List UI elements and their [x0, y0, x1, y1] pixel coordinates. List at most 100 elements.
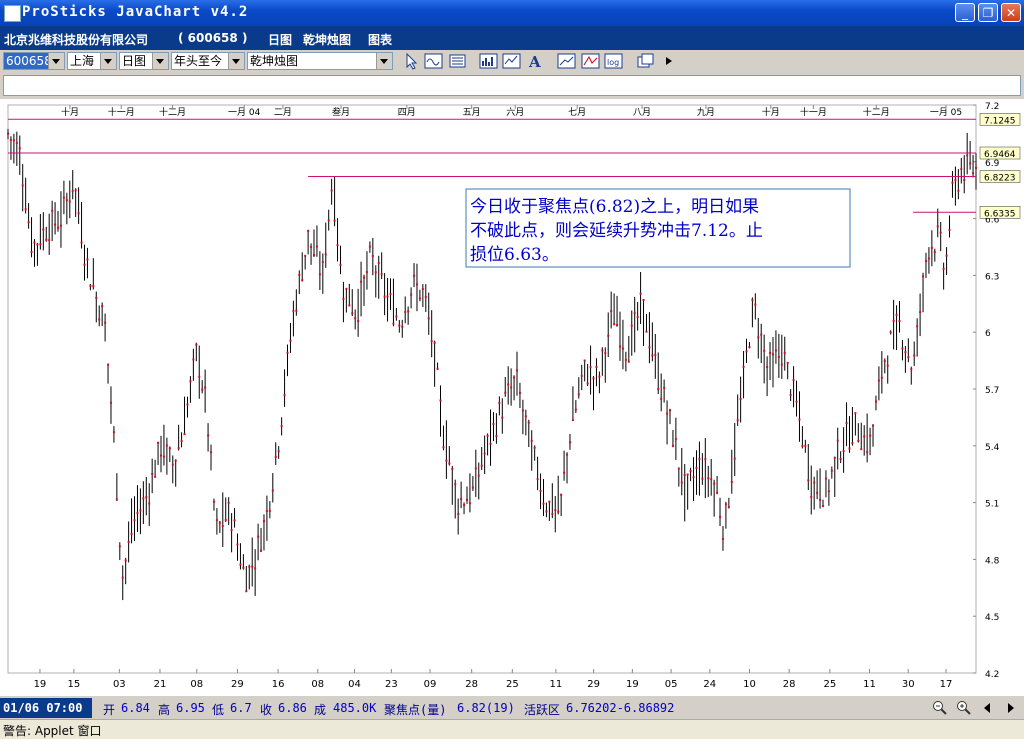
candle-close-mark: [130, 532, 133, 535]
candle-close-mark: [695, 466, 698, 469]
play-right-icon[interactable]: [660, 52, 679, 70]
candle-close-mark: [571, 419, 574, 422]
candle-close-mark: [922, 275, 925, 278]
candle-close-mark: [74, 189, 77, 192]
candle-close-mark: [483, 452, 486, 455]
candle-close-mark: [224, 518, 227, 521]
chevron-down-icon[interactable]: [100, 53, 116, 69]
candle-close-mark: [42, 228, 45, 231]
symbol-select[interactable]: 600658: [3, 52, 65, 70]
line-chart-icon[interactable]: [502, 52, 521, 70]
date-tick-label: 17: [940, 679, 953, 690]
bar-chart-icon[interactable]: [479, 52, 498, 70]
candle-close-mark: [15, 142, 18, 145]
compare-chart-icon[interactable]: [581, 52, 600, 70]
chart-type-select[interactable]: 乾坤烛图: [247, 52, 393, 70]
candle-close-mark: [201, 388, 204, 391]
candle-close-mark: [798, 418, 801, 421]
date-tick-label: 15: [67, 679, 80, 690]
candle-close-mark: [789, 394, 792, 397]
candle-close-mark: [186, 403, 189, 406]
zoom-out-icon[interactable]: [932, 700, 948, 716]
candle-close-mark: [960, 168, 963, 171]
candle-close-mark: [504, 391, 507, 394]
candle-close-mark: [842, 450, 845, 453]
candle-close-mark: [336, 244, 339, 247]
close-button[interactable]: ✕: [1001, 3, 1021, 22]
candle-close-mark: [159, 454, 162, 457]
applet-warning: 警告: Applet 窗口: [3, 724, 102, 738]
candle-close-mark: [148, 502, 151, 505]
close-value: 6.86: [278, 701, 307, 715]
candle-close-mark: [724, 503, 727, 506]
candle-close-mark: [824, 477, 827, 480]
candle-close-mark: [819, 498, 822, 501]
date-tick-label: 28: [783, 679, 796, 690]
candle-close-mark: [872, 424, 875, 427]
candle-close-mark: [265, 510, 268, 513]
text-tool-icon[interactable]: A: [526, 52, 545, 70]
market-select[interactable]: 上海: [67, 52, 117, 70]
zoom-in-icon[interactable]: [956, 700, 972, 716]
candle-close-mark: [689, 469, 692, 472]
scroll-left-icon[interactable]: [982, 702, 992, 714]
range-select[interactable]: 年头至今: [171, 52, 245, 70]
restore-button[interactable]: ❐: [978, 3, 998, 22]
candle-close-mark: [368, 245, 371, 248]
candle-close-mark: [607, 334, 610, 337]
date-tick-label: 09: [424, 679, 437, 690]
candle-close-mark: [698, 458, 701, 461]
chevron-down-icon[interactable]: [376, 53, 392, 69]
candle-close-mark: [198, 375, 201, 378]
minimize-button[interactable]: _: [955, 3, 975, 22]
candle-close-mark: [951, 181, 954, 184]
candle-close-mark: [913, 354, 916, 357]
candle-close-mark: [236, 543, 239, 546]
scroll-right-icon[interactable]: [1006, 702, 1016, 714]
candle-close-mark: [813, 481, 816, 484]
candle-close-mark: [301, 279, 304, 282]
candle-close-mark: [277, 450, 280, 453]
candle-close-mark: [474, 467, 477, 470]
candle-close-mark: [448, 462, 451, 465]
candle-close-mark: [869, 434, 872, 437]
candle-close-mark: [495, 435, 498, 438]
candle-close-mark: [636, 316, 639, 319]
date-tick-label: 29: [231, 679, 244, 690]
trend-chart-icon[interactable]: [557, 52, 576, 70]
command-input[interactable]: [3, 75, 1021, 96]
candle-close-mark: [910, 368, 913, 371]
high-label: 高: [158, 703, 171, 717]
candle-close-mark: [660, 397, 663, 400]
chevron-down-icon[interactable]: [152, 53, 168, 69]
log-scale-icon[interactable]: log: [604, 52, 623, 70]
candle-close-mark: [563, 471, 566, 474]
candle-close-mark: [121, 576, 124, 579]
cursor-arrow-icon[interactable]: [402, 52, 421, 70]
price-label: 6.6335: [984, 209, 1016, 219]
candle-close-mark: [627, 360, 630, 363]
candle-close-mark: [530, 439, 533, 442]
range-value: 年头至今: [174, 54, 223, 68]
candle-close-mark: [763, 349, 766, 352]
candle-close-mark: [801, 444, 804, 447]
date-tick-label: 25: [506, 679, 519, 690]
candle-close-mark: [836, 439, 839, 442]
candle-close-mark: [771, 353, 774, 356]
active-label: 活跃区: [524, 703, 561, 717]
candle-close-mark: [895, 313, 898, 316]
chevron-down-icon[interactable]: [228, 53, 244, 69]
window-icon[interactable]: [636, 52, 655, 70]
chevron-down-icon[interactable]: [48, 53, 64, 69]
candle-close-mark: [886, 364, 889, 367]
low-value: 6.7: [230, 701, 252, 715]
candle-close-mark: [786, 361, 789, 364]
wave-chart-icon[interactable]: [424, 52, 443, 70]
candle-close-mark: [174, 459, 177, 462]
candle-close-mark: [942, 267, 945, 270]
period-select[interactable]: 日图: [119, 52, 169, 70]
candle-close-mark: [98, 318, 101, 321]
table-view-icon[interactable]: [448, 52, 467, 70]
candle-close-mark: [521, 409, 524, 412]
candle-close-mark: [465, 498, 468, 501]
